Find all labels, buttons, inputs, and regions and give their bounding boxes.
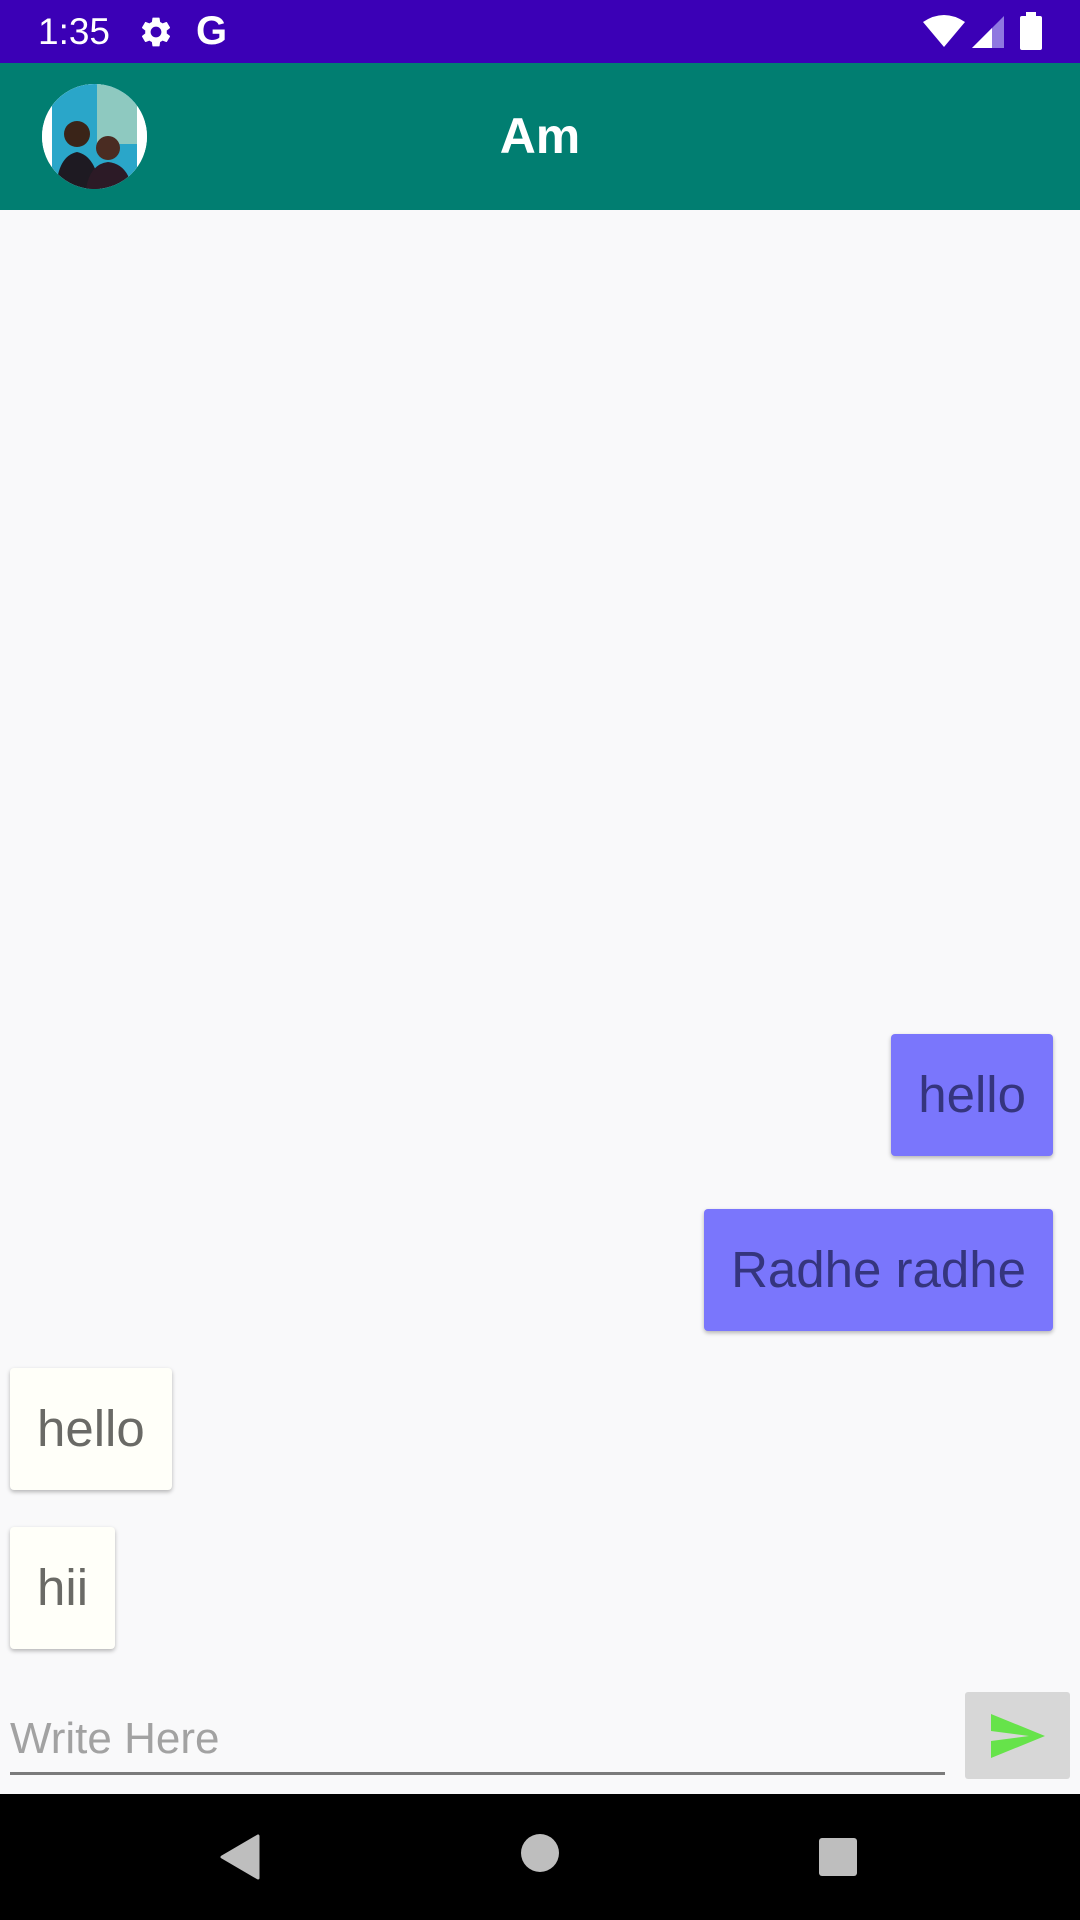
send-icon <box>990 1713 1045 1758</box>
gear-icon <box>141 17 171 47</box>
signal-icon <box>972 16 1004 48</box>
message-input[interactable] <box>10 1706 945 1775</box>
home-icon[interactable] <box>520 1833 560 1873</box>
send-button[interactable] <box>965 1692 1070 1779</box>
status-time: 1:35 <box>38 11 111 52</box>
received-message[interactable]: hello <box>10 1368 172 1490</box>
battery-icon <box>1020 12 1042 50</box>
google-g-icon: G <box>196 9 228 53</box>
recents-icon[interactable] <box>818 1837 858 1877</box>
sent-message[interactable]: hello <box>891 1034 1053 1156</box>
chat-title: Am <box>499 108 581 164</box>
sent-message[interactable]: Radhe radhe <box>704 1209 1053 1331</box>
status-bar: 1:35 G <box>0 0 1080 63</box>
received-message[interactable]: hii <box>10 1527 116 1649</box>
back-icon[interactable] <box>218 1834 260 1880</box>
app-bar: Am <box>0 63 1080 210</box>
navigation-bar <box>0 1794 1080 1920</box>
wifi-icon <box>923 15 965 47</box>
